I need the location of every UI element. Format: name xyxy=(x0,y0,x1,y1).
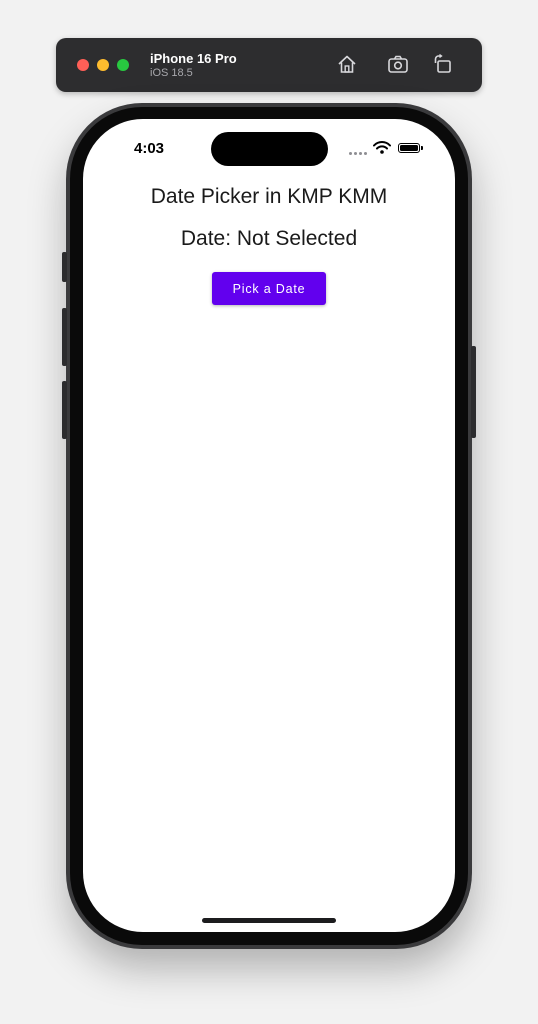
pick-date-button[interactable]: Pick a Date xyxy=(212,272,326,305)
signal-dot xyxy=(364,152,367,155)
device-screen: 4:03 Date Picker in KMP KMM Date: Not Se… xyxy=(83,119,455,932)
device-os-version: iOS 18.5 xyxy=(150,67,193,79)
battery-cap xyxy=(421,146,423,150)
signal-dot xyxy=(349,152,352,155)
signal-dot xyxy=(354,152,357,155)
rotate-icon[interactable] xyxy=(432,53,454,75)
battery-level xyxy=(400,145,418,151)
volume-down-button[interactable] xyxy=(62,381,67,439)
action-button[interactable] xyxy=(62,252,67,282)
device-name: iPhone 16 Pro xyxy=(150,51,237,66)
zoom-window-button[interactable] xyxy=(117,59,129,71)
volume-up-button[interactable] xyxy=(62,308,67,366)
page-title: Date Picker in KMP KMM xyxy=(150,185,388,208)
dynamic-island xyxy=(211,132,328,166)
minimize-window-button[interactable] xyxy=(97,59,109,71)
home-indicator[interactable] xyxy=(202,918,336,923)
status-time: 4:03 xyxy=(134,140,165,157)
power-button[interactable] xyxy=(471,346,476,438)
status-indicators xyxy=(349,141,429,155)
close-window-button[interactable] xyxy=(77,59,89,71)
home-icon[interactable] xyxy=(336,53,358,75)
screenshot-icon[interactable] xyxy=(387,53,409,75)
signal-dot xyxy=(359,152,362,155)
wifi-icon xyxy=(373,141,391,154)
battery-icon xyxy=(398,143,420,153)
selected-date-label: Date: Not Selected xyxy=(180,227,358,250)
